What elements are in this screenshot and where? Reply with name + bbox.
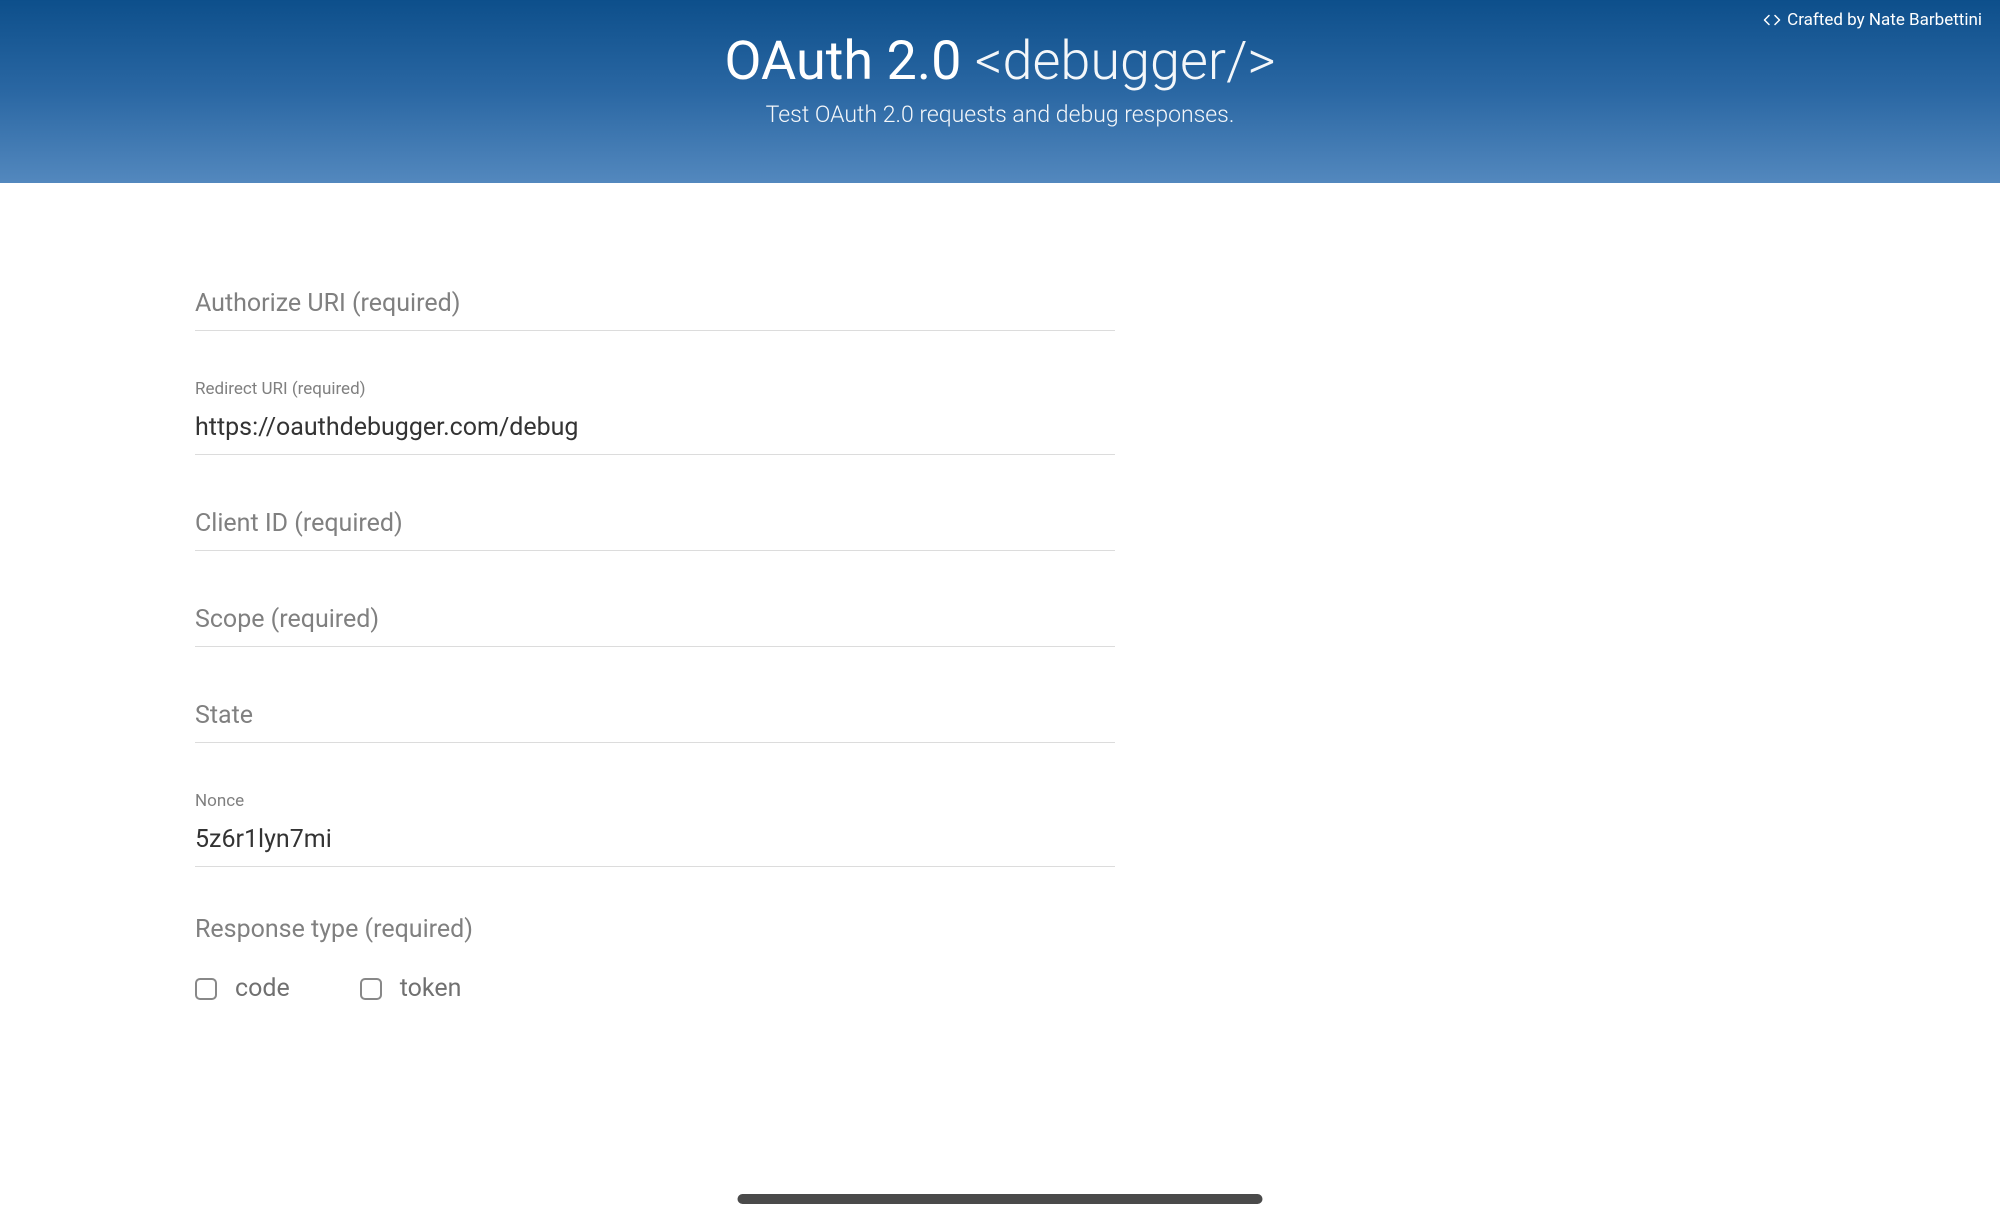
title-bold-part: OAuth 2.0 bbox=[724, 30, 974, 93]
authorize-uri-group bbox=[195, 283, 1115, 331]
response-type-label: Response type (required) bbox=[195, 915, 1115, 944]
page-header: Crafted by Nate Barbettini OAuth 2.0 <de… bbox=[0, 0, 2000, 183]
scope-input[interactable] bbox=[195, 599, 1115, 647]
scope-group bbox=[195, 599, 1115, 647]
title-light-part: <debugger/> bbox=[975, 30, 1276, 93]
form-container: Redirect URI (required) Nonce Response t… bbox=[195, 183, 1115, 1003]
scroll-indicator[interactable] bbox=[738, 1194, 1263, 1204]
redirect-uri-input[interactable] bbox=[195, 407, 1115, 455]
response-type-token-checkbox[interactable] bbox=[360, 978, 382, 1000]
response-type-group: Response type (required) code token bbox=[195, 915, 1115, 1003]
state-group bbox=[195, 695, 1115, 743]
client-id-input[interactable] bbox=[195, 503, 1115, 551]
nonce-input[interactable] bbox=[195, 819, 1115, 867]
response-type-token-label[interactable]: token bbox=[400, 974, 462, 1003]
redirect-uri-label: Redirect URI (required) bbox=[195, 379, 1115, 399]
authorize-uri-input[interactable] bbox=[195, 283, 1115, 331]
client-id-group bbox=[195, 503, 1115, 551]
nonce-label: Nonce bbox=[195, 791, 1115, 811]
response-type-options: code token bbox=[195, 974, 1115, 1003]
response-type-code-label[interactable]: code bbox=[235, 974, 290, 1003]
state-input[interactable] bbox=[195, 695, 1115, 743]
code-icon bbox=[1763, 11, 1781, 29]
nonce-group: Nonce bbox=[195, 791, 1115, 867]
page-title: OAuth 2.0 <debugger/> bbox=[0, 30, 2000, 93]
response-type-code-item: code bbox=[195, 974, 290, 1003]
credit-link[interactable]: Crafted by Nate Barbettini bbox=[1763, 10, 1982, 30]
response-type-token-item: token bbox=[360, 974, 462, 1003]
page-subtitle: Test OAuth 2.0 requests and debug respon… bbox=[0, 101, 2000, 128]
response-type-code-checkbox[interactable] bbox=[195, 978, 217, 1000]
credit-text: Crafted by Nate Barbettini bbox=[1787, 10, 1982, 30]
redirect-uri-group: Redirect URI (required) bbox=[195, 379, 1115, 455]
